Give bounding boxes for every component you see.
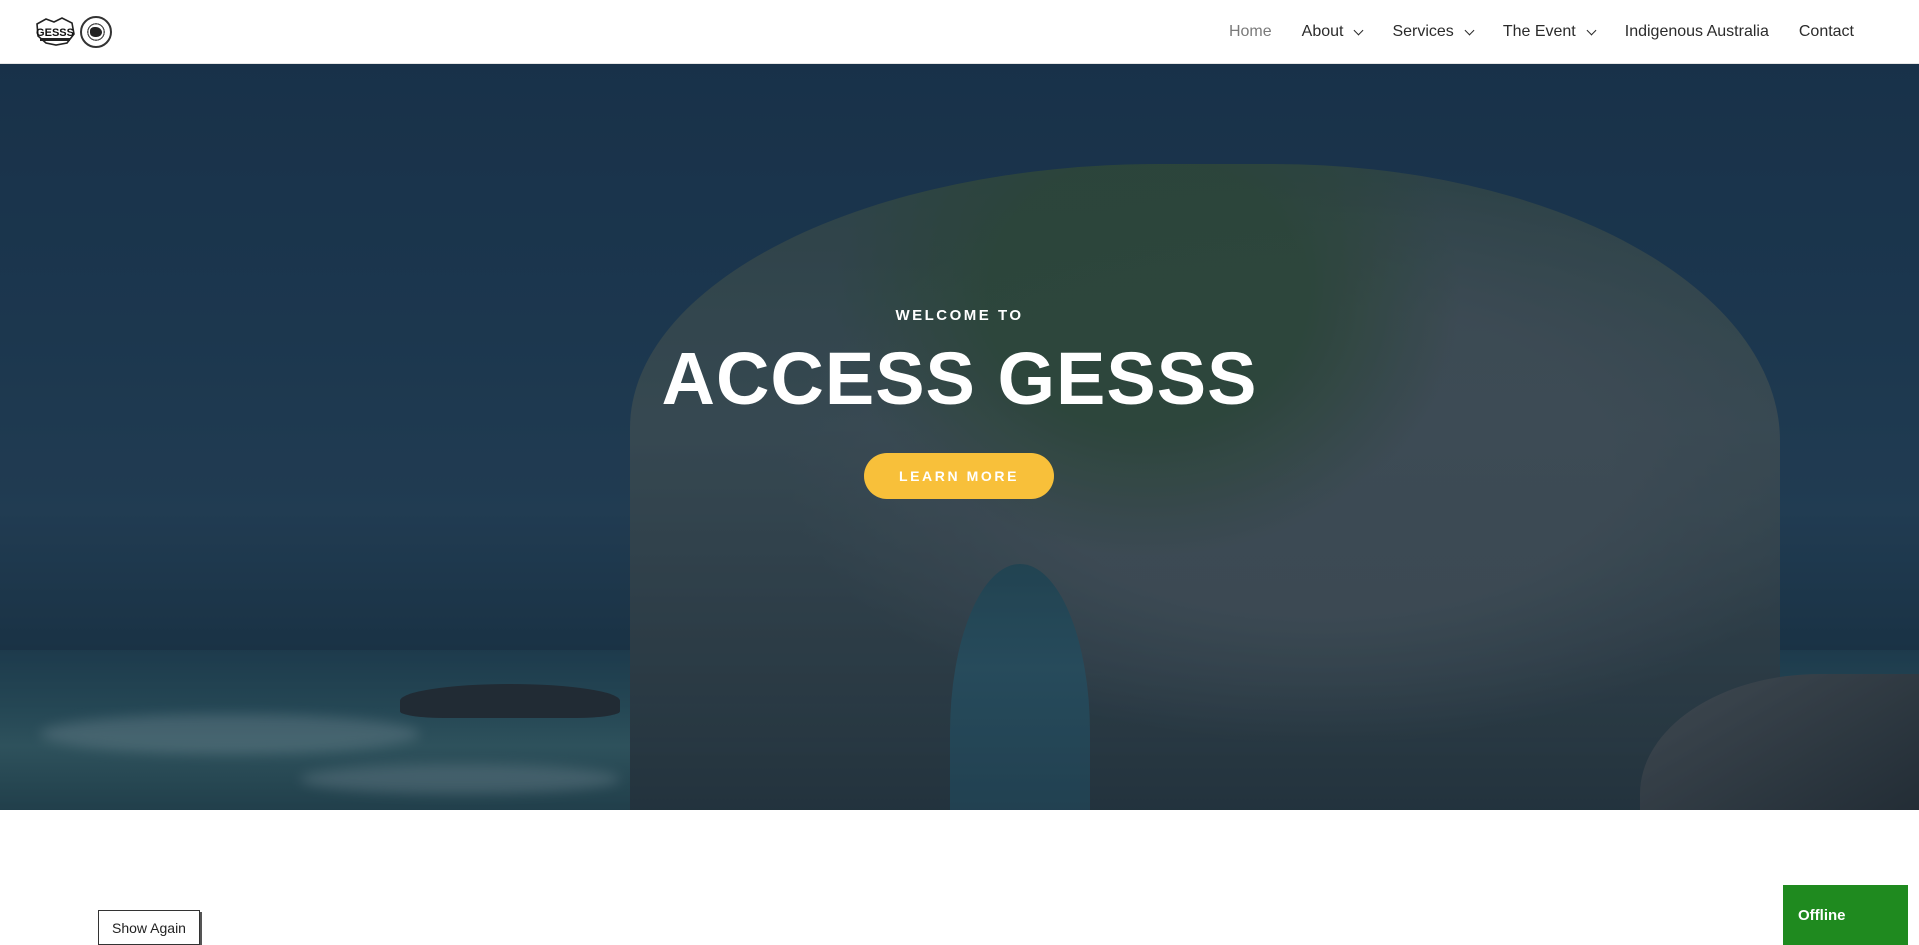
nav-item-about[interactable]: About (1287, 0, 1378, 64)
nav-item-services[interactable]: Services (1377, 0, 1487, 64)
chat-status-label: Offline (1798, 906, 1846, 924)
learn-more-button[interactable]: LEARN MORE (864, 453, 1054, 499)
chevron-down-icon (1354, 25, 1364, 35)
nav-label-services: Services (1392, 23, 1454, 40)
hero-content: WELCOME TO ACCESS GESSS LEARN MORE (0, 64, 1919, 810)
logo-text: GESSS (36, 27, 74, 39)
chevron-down-icon (1464, 25, 1475, 35)
main-nav: Home About Services The Event Indigenous… (1214, 0, 1869, 64)
nav-label-the-event: The Event (1502, 23, 1576, 40)
gesss-logo-icon: GESSS (34, 16, 76, 48)
chat-status-widget[interactable]: Offline (1783, 885, 1908, 945)
nav-label-contact: Contact (1798, 23, 1854, 40)
nav-item-contact[interactable]: Contact (1784, 0, 1869, 64)
nav-item-indigenous-australia[interactable]: Indigenous Australia (1610, 0, 1784, 64)
hero-title: ACCESS GESSS (661, 337, 1258, 420)
nav-label-home: Home (1228, 23, 1272, 40)
site-header: GESSS Home About Services The Event Indi… (0, 0, 1919, 64)
nav-label-indigenous-australia: Indigenous Australia (1624, 23, 1769, 40)
learn-more-label: LEARN MORE (898, 468, 1020, 484)
hero-section: WELCOME TO ACCESS GESSS LEARN MORE (0, 64, 1919, 810)
hero-eyebrow: WELCOME TO (895, 307, 1024, 324)
nav-item-the-event[interactable]: The Event (1488, 0, 1610, 64)
nav-item-home[interactable]: Home (1214, 0, 1287, 64)
site-logo[interactable]: GESSS (34, 14, 112, 50)
chevron-down-icon (1586, 25, 1597, 35)
show-again-label: Show Again (112, 919, 186, 936)
nav-label-about: About (1301, 23, 1344, 40)
show-again-button[interactable]: Show Again (98, 910, 200, 945)
australia-seal-icon (80, 16, 112, 48)
